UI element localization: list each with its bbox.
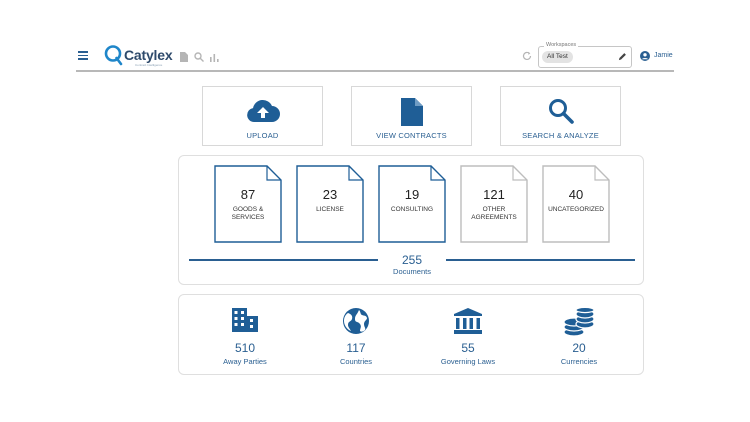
refresh-icon[interactable] (522, 51, 532, 61)
category-count: 19 (404, 187, 420, 202)
stats-panel: 510 Away Parties 117 Countries 55 Govern… (178, 294, 644, 375)
category-consulting[interactable]: 19 CONSULTING (378, 165, 446, 243)
category-count: 87 (240, 187, 256, 202)
stat-currencies[interactable]: 20 Currencies (529, 295, 629, 376)
stat-label: Governing Laws (440, 357, 496, 366)
category-document-shape (296, 165, 364, 243)
search-small-icon[interactable] (194, 52, 204, 62)
stat-label: Countries (339, 357, 373, 366)
cloud-upload-icon (246, 99, 280, 122)
file-icon[interactable] (180, 52, 188, 62)
stat-label: Away Parties (223, 357, 267, 366)
courthouse-icon (454, 308, 482, 334)
document-categories-panel: 87 GOODS & SERVICES 23 LICENSE 19 CONSUL… (178, 155, 644, 285)
category-label: OTHER AGREEMENTS (471, 206, 517, 221)
stat-label: Currencies (560, 357, 598, 366)
view-contracts-label: VIEW CONTRACTS (376, 131, 447, 140)
stat-count: 55 (461, 341, 475, 355)
upload-label: UPLOAD (246, 131, 279, 140)
category-count: 23 (322, 187, 338, 202)
workspace-select[interactable]: Workspaces All Test (538, 42, 632, 68)
stat-count: 20 (572, 341, 586, 355)
category-document-shape (542, 165, 610, 243)
category-document-shape (214, 165, 282, 243)
brand-logo[interactable]: Catylex Contract Intelligence (104, 44, 174, 68)
brand-name: Catylex (124, 47, 173, 63)
total-divider-right (446, 259, 635, 261)
logo-mark-icon (104, 45, 123, 66)
menu-icon[interactable] (78, 51, 88, 60)
category-goods-services[interactable]: 87 GOODS & SERVICES (214, 165, 282, 243)
toolbar (180, 52, 219, 62)
stat-governing-laws[interactable]: 55 Governing Laws (418, 295, 518, 376)
category-count: 121 (483, 187, 505, 202)
total-documents-label: Documents (393, 267, 431, 276)
category-uncategorized[interactable]: 40 UNCATEGORIZED (542, 165, 610, 243)
search-icon (548, 99, 574, 124)
user-name[interactable]: Jamie (654, 52, 673, 59)
upload-button[interactable]: UPLOAD (202, 86, 323, 146)
app-header: Catylex Contract Intelligence Workspaces… (76, 40, 674, 72)
document-icon (400, 98, 423, 126)
view-contracts-button[interactable]: VIEW CONTRACTS (351, 86, 472, 146)
total-documents-count: 255 (401, 253, 423, 267)
stat-countries[interactable]: 117 Countries (306, 295, 406, 376)
stat-away-parties[interactable]: 510 Away Parties (195, 295, 295, 376)
workspace-chip[interactable]: All Test (542, 51, 573, 63)
category-label: GOODS & SERVICES (231, 206, 265, 221)
stat-count: 510 (234, 341, 256, 355)
bar-chart-icon[interactable] (210, 53, 219, 62)
category-label: CONSULTING (390, 206, 434, 213)
globe-icon (343, 308, 369, 334)
category-other-agreements[interactable]: 121 OTHER AGREEMENTS (460, 165, 528, 243)
stat-count: 117 (346, 341, 366, 355)
workspace-label: Workspaces (544, 42, 579, 48)
category-label: LICENSE (316, 206, 344, 213)
category-license[interactable]: 23 LICENSE (296, 165, 364, 243)
category-document-shape (378, 165, 446, 243)
pencil-icon[interactable] (618, 52, 627, 61)
total-divider-left (189, 259, 378, 261)
category-document-shape (460, 165, 528, 243)
category-count: 40 (568, 187, 584, 202)
search-analyze-button[interactable]: SEARCH & ANALYZE (500, 86, 621, 146)
search-analyze-label: SEARCH & ANALYZE (522, 131, 599, 140)
building-icon (232, 308, 258, 332)
brand-tagline: Contract Intelligence (135, 63, 163, 67)
coins-icon (563, 307, 595, 337)
user-avatar-icon[interactable] (640, 51, 650, 61)
category-label: UNCATEGORIZED (548, 206, 604, 213)
